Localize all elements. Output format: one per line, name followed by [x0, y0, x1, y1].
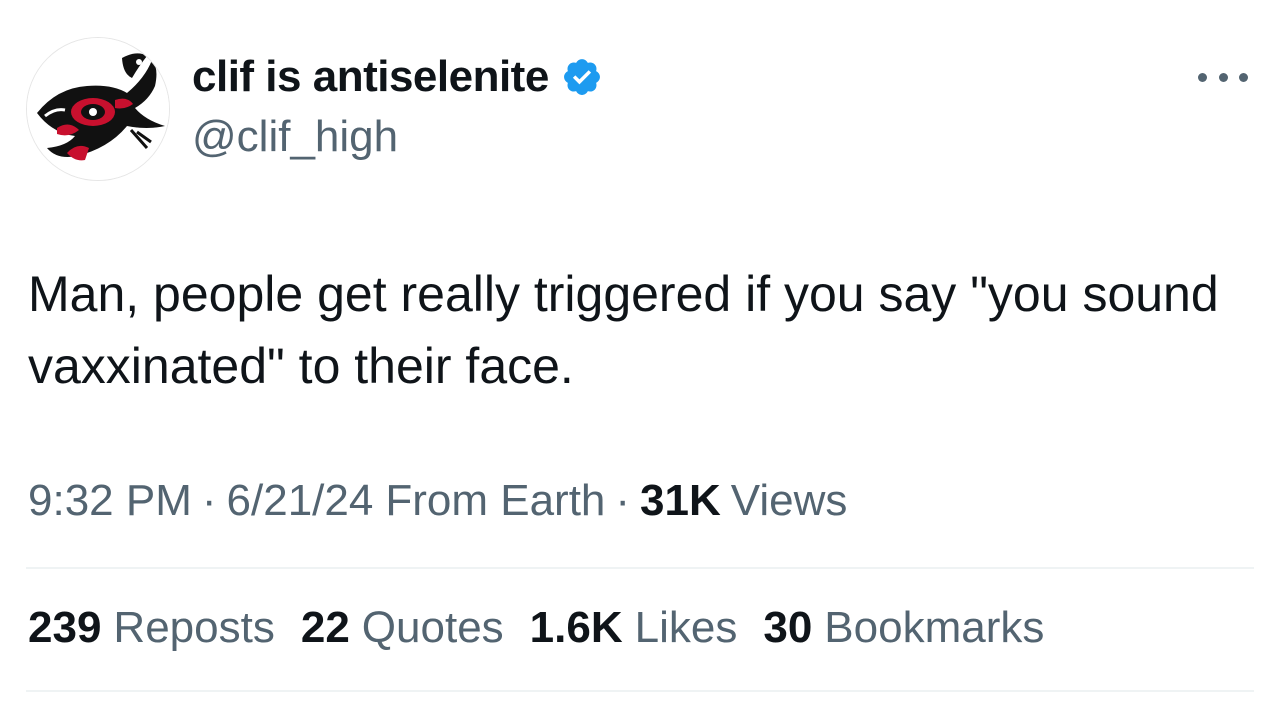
- meta-separator: ·: [201, 476, 217, 525]
- tweet-text: Man, people get really triggered if you …: [28, 266, 1219, 394]
- avatar[interactable]: [26, 37, 170, 181]
- quotes-count: 22: [300, 603, 350, 652]
- likes-stat[interactable]: 1.6K Likes: [530, 603, 738, 653]
- engagement-stats: 239 Reposts 22 Quotes 1.6K Likes 30 Book…: [28, 603, 1070, 653]
- author-display-name[interactable]: clif is antiselenite: [192, 52, 603, 102]
- display-name-text: clif is antiselenite: [192, 52, 549, 101]
- reposts-label: Reposts: [113, 603, 275, 652]
- views-count: 31K: [640, 476, 721, 525]
- raven-formline-art-icon: [27, 38, 169, 180]
- divider: [26, 690, 1254, 692]
- divider: [26, 567, 1254, 569]
- more-dot: [1218, 72, 1228, 82]
- quotes-stat[interactable]: 22 Quotes: [301, 603, 504, 653]
- more-dot: [1198, 72, 1207, 82]
- likes-label: Likes: [634, 603, 738, 652]
- meta-separator: ·: [615, 476, 631, 525]
- verified-badge-icon: [563, 59, 600, 95]
- tweet-time[interactable]: 9:32 PM: [28, 476, 192, 526]
- bookmarks-stat[interactable]: 30 Bookmarks: [763, 603, 1044, 653]
- tweet-date[interactable]: 6/21/24: [227, 476, 374, 526]
- more-dot: [1239, 72, 1248, 82]
- views-label: Views: [730, 476, 848, 525]
- reposts-count: 239: [28, 603, 102, 652]
- tweet-source: From Earth: [385, 476, 606, 525]
- bookmarks-count: 30: [763, 603, 813, 652]
- bookmarks-label: Bookmarks: [824, 603, 1045, 652]
- more-options-icon[interactable]: [1198, 62, 1248, 92]
- tweet-meta: 9:32 PM · 6/21/24 From Earth · 31K Views: [28, 476, 847, 526]
- likes-count: 1.6K: [529, 603, 623, 652]
- quotes-label: Quotes: [361, 603, 504, 652]
- author-handle[interactable]: @clif_high: [192, 112, 398, 162]
- reposts-stat[interactable]: 239 Reposts: [28, 603, 275, 653]
